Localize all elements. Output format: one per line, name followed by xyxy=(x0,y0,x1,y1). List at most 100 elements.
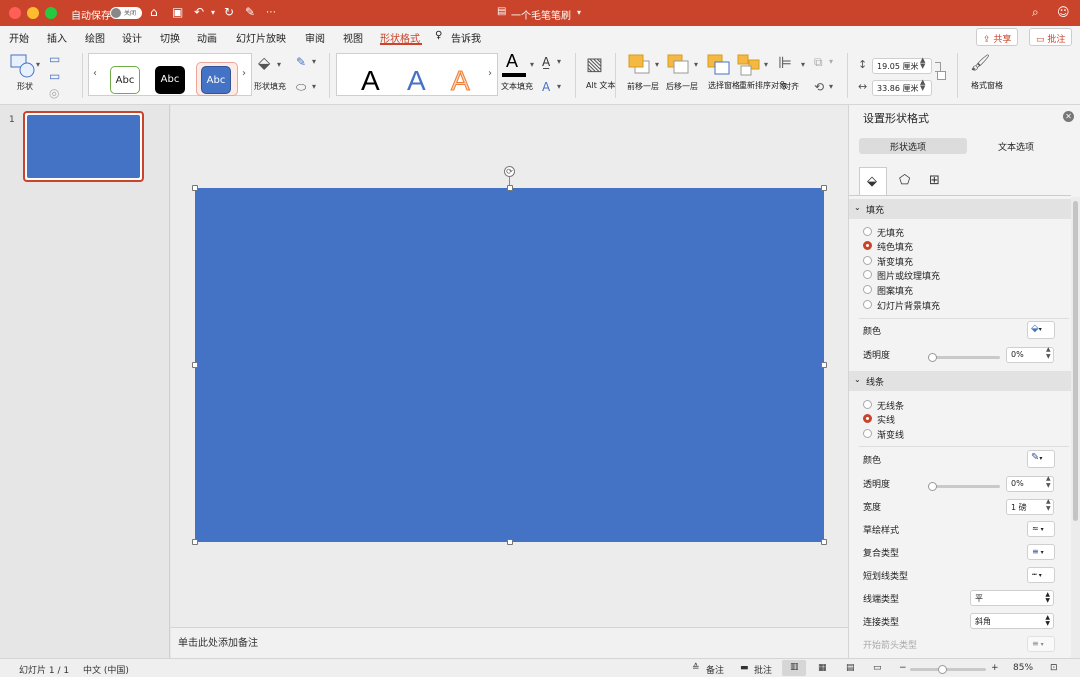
radio-slide-bg-fill[interactable] xyxy=(863,300,872,309)
tab-design[interactable]: 设计 xyxy=(122,30,142,45)
tab-draw[interactable]: 绘图 xyxy=(85,30,105,45)
effects-pentagon-icon[interactable]: ⬠ xyxy=(899,173,910,188)
fill-color-button[interactable]: ⬙▾ xyxy=(1027,321,1055,339)
fill-transparency-stepper[interactable]: ▲ ▼ xyxy=(1046,346,1051,360)
resize-handle-s[interactable] xyxy=(507,539,513,545)
reading-view-icon[interactable]: ▤ xyxy=(846,663,855,673)
lock-aspect-checkbox[interactable] xyxy=(937,71,946,80)
wordart-next-icon[interactable]: › xyxy=(488,68,492,79)
height-stepper[interactable]: ▲ ▼ xyxy=(920,57,925,70)
line-width-stepper[interactable]: ▲ ▼ xyxy=(1046,498,1051,512)
cap-type-dropdown[interactable]: 平 ▲ ▼ xyxy=(970,590,1054,606)
tab-home[interactable]: 开始 xyxy=(9,30,29,45)
panel-scrollbar[interactable] xyxy=(1071,197,1080,658)
slide-thumbnail[interactable] xyxy=(23,111,144,182)
text-outline-dropdown-icon[interactable]: ▾ xyxy=(557,57,561,66)
resize-handle-e[interactable] xyxy=(821,362,827,368)
dash-type-dropdown[interactable]: ┅ ▾ xyxy=(1027,567,1055,583)
tab-text-options[interactable]: 文本选项 xyxy=(967,138,1073,154)
radio-solid-line[interactable] xyxy=(863,414,872,423)
text-effects-icon[interactable]: A xyxy=(542,80,550,94)
document-title[interactable]: 一个毛笔笔刷 xyxy=(511,7,571,22)
wordart-black[interactable]: A xyxy=(361,66,380,96)
tab-review[interactable]: 审阅 xyxy=(305,30,325,45)
style-solid-black[interactable]: Abc xyxy=(155,66,185,94)
shape-fill-icon[interactable]: ⬙ xyxy=(258,53,270,72)
fill-line-tab[interactable]: ⬙ xyxy=(859,167,887,195)
notes-toggle[interactable]: 备注 xyxy=(706,663,724,676)
zoom-in-icon[interactable]: + xyxy=(991,663,999,673)
resize-handle-n[interactable] xyxy=(507,185,513,191)
resize-handle-nw[interactable] xyxy=(192,185,198,191)
minimize-window-button[interactable] xyxy=(27,7,39,19)
line-transparency-slider[interactable] xyxy=(932,485,1000,488)
radio-gradient-line[interactable] xyxy=(863,429,872,438)
line-transparency-knob[interactable] xyxy=(928,482,937,491)
smiley-icon[interactable]: ☺ xyxy=(1057,5,1070,19)
tell-me[interactable]: 告诉我 xyxy=(451,30,481,45)
send-backward-dropdown-icon[interactable]: ▾ xyxy=(694,60,698,69)
bring-forward-icon[interactable] xyxy=(628,54,652,76)
reorder-objects-icon[interactable] xyxy=(737,54,761,76)
alt-text-icon[interactable]: ▧ xyxy=(586,54,603,75)
search-icon[interactable]: ⌕ xyxy=(1032,5,1039,20)
text-fill-icon[interactable]: A xyxy=(506,51,518,72)
comments-button[interactable]: ▭ 批注 xyxy=(1029,28,1073,46)
send-backward-icon[interactable] xyxy=(667,54,691,76)
zoom-out-icon[interactable]: − xyxy=(899,663,907,673)
zoom-level[interactable]: 85% xyxy=(1013,663,1033,673)
undo-icon[interactable]: ↶ xyxy=(194,5,204,19)
radio-no-fill[interactable] xyxy=(863,227,872,236)
line-transparency-stepper[interactable]: ▲ ▼ xyxy=(1046,475,1051,489)
home-icon[interactable]: ⌂ xyxy=(150,5,158,19)
customize-icon[interactable]: ✎ xyxy=(245,5,255,19)
normal-view-button[interactable]: ▥ xyxy=(782,660,806,676)
rotate-handle-icon[interactable]: ⟳ xyxy=(504,166,515,177)
radio-pattern-fill[interactable] xyxy=(863,285,872,294)
undo-dropdown-icon[interactable]: ▾ xyxy=(211,8,215,17)
panel-scroll-thumb[interactable] xyxy=(1073,201,1078,521)
text-fill-dropdown-icon[interactable]: ▾ xyxy=(530,60,534,69)
shape-fill-dropdown-icon[interactable]: ▾ xyxy=(277,60,281,69)
align-dropdown-icon[interactable]: ▾ xyxy=(801,60,805,69)
zoom-knob[interactable] xyxy=(938,665,947,674)
shape-outline-dropdown-icon[interactable]: ▾ xyxy=(312,57,316,66)
zoom-window-button[interactable] xyxy=(45,7,57,19)
radio-no-line[interactable] xyxy=(863,400,872,409)
sketch-style-dropdown[interactable]: ≈ ▾ xyxy=(1027,521,1055,537)
compound-type-dropdown[interactable]: ≡ ▾ xyxy=(1027,544,1055,560)
tab-animations[interactable]: 动画 xyxy=(197,30,217,45)
tab-shape-options[interactable]: 形状选项 xyxy=(859,138,967,154)
line-color-button[interactable]: ✎▾ xyxy=(1027,450,1055,468)
gallery-prev-icon[interactable]: ‹ xyxy=(93,68,97,79)
resize-handle-w[interactable] xyxy=(192,362,198,368)
tab-slideshow[interactable]: 幻灯片放映 xyxy=(236,30,286,45)
reorder-dropdown-icon[interactable]: ▾ xyxy=(764,60,768,69)
slide-sorter-icon[interactable]: ▦ xyxy=(818,663,827,673)
language[interactable]: 中文 (中国) xyxy=(83,663,129,676)
text-effects-dropdown-icon[interactable]: ▾ xyxy=(557,82,561,91)
shape-outline-icon[interactable]: ✎ xyxy=(296,55,306,69)
tab-insert[interactable]: 插入 xyxy=(47,30,67,45)
title-chevron-icon[interactable]: ▾ xyxy=(577,8,581,17)
blue-rectangle-shape[interactable] xyxy=(195,188,824,542)
shapes-dropdown-icon[interactable]: ▾ xyxy=(36,60,40,69)
notes-pane[interactable]: 单击此处添加备注 xyxy=(171,627,848,658)
wordart-blue[interactable]: A xyxy=(407,66,426,96)
resize-handle-ne[interactable] xyxy=(821,185,827,191)
style-solid-blue[interactable]: Abc xyxy=(201,66,231,94)
rotate-icon[interactable]: ⟲ xyxy=(814,80,824,94)
wordart-orange-outline[interactable]: A xyxy=(451,65,471,96)
gallery-next-icon[interactable]: › xyxy=(242,68,246,79)
slideshow-icon[interactable]: ▭ xyxy=(873,663,882,673)
resize-handle-sw[interactable] xyxy=(192,539,198,545)
shape-effects-icon[interactable]: ⬭ xyxy=(296,80,306,95)
autosave-toggle[interactable]: 关闭 xyxy=(110,7,142,19)
align-icon[interactable]: ⊫ xyxy=(778,53,792,72)
fill-transparency-knob[interactable] xyxy=(928,353,937,362)
shapes-icon[interactable] xyxy=(10,54,36,78)
close-panel-icon[interactable]: ✕ xyxy=(1063,111,1074,122)
rotate-dropdown-icon[interactable]: ▾ xyxy=(829,82,833,91)
fit-slide-icon[interactable]: ⊡ xyxy=(1050,663,1058,673)
comments-toggle[interactable]: 批注 xyxy=(754,663,772,676)
